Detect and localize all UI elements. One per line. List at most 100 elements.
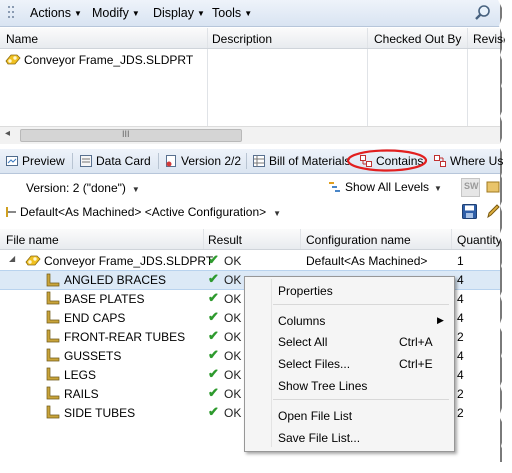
tab-preview[interactable]: Preview bbox=[6, 154, 65, 168]
menu-separator bbox=[273, 399, 449, 400]
col-checked-out-by[interactable]: Checked Out By bbox=[374, 32, 461, 46]
menu-item-columns[interactable]: Columns bbox=[278, 314, 325, 328]
column-divider[interactable] bbox=[367, 28, 368, 48]
search-icon[interactable] bbox=[474, 4, 492, 22]
col-name[interactable]: Name bbox=[6, 32, 38, 46]
configuration-icon bbox=[6, 207, 16, 217]
pdm-explorer-window: Actions ▼ Modify ▼ Display ▼ Tools ▼ Name De… bbox=[0, 0, 506, 462]
where-used-icon bbox=[434, 155, 446, 167]
tab-separator bbox=[72, 153, 73, 169]
ok-check-icon: ✔ bbox=[208, 347, 219, 362]
tab-bill-of-materials[interactable]: Bill of Materials bbox=[253, 154, 350, 168]
solidworks-icon[interactable]: SW bbox=[461, 178, 480, 197]
file-name: Conveyor Frame_JDS.SLDPRT bbox=[24, 53, 194, 67]
part-feature-icon bbox=[46, 386, 60, 400]
dropdown-arrow-icon: ▼ bbox=[74, 9, 82, 18]
menu-display[interactable]: Display ▼ bbox=[153, 6, 205, 20]
tab-separator bbox=[158, 153, 159, 169]
quantity: 4 bbox=[457, 292, 464, 306]
top-list-header: Name Description Checked Out By Revisi bbox=[0, 28, 506, 49]
tab-version[interactable]: Version 2/2 bbox=[165, 154, 241, 168]
column-divider[interactable] bbox=[300, 229, 301, 249]
quantity: 1 bbox=[457, 254, 464, 268]
torn-edge-right bbox=[498, 0, 512, 473]
col-result[interactable]: Result bbox=[208, 233, 242, 247]
sw-glyph: SW bbox=[464, 181, 479, 191]
tab-label: Bill of Materials bbox=[269, 154, 351, 168]
tab-label: Where Us bbox=[450, 154, 504, 168]
result-text: OK bbox=[224, 330, 242, 344]
col-description[interactable]: Description bbox=[212, 32, 272, 46]
column-divider[interactable] bbox=[203, 229, 204, 249]
part-feature-icon bbox=[46, 291, 60, 305]
file-name: SIDE TUBES bbox=[64, 406, 136, 420]
menu-actions[interactable]: Actions ▼ bbox=[30, 6, 82, 20]
menu-item-select-all[interactable]: Select All bbox=[278, 335, 327, 349]
levels-icon bbox=[329, 182, 340, 192]
menu-item-label: Columns bbox=[278, 314, 326, 328]
configuration-dropdown[interactable]: Default<As Machined> <Active Configurati… bbox=[6, 205, 281, 219]
quantity: 4 bbox=[457, 311, 464, 325]
menu-item-open-file-list[interactable]: Open File List bbox=[278, 409, 352, 423]
tab-where-used[interactable]: Where Us bbox=[434, 154, 503, 168]
ok-check-icon: ✔ bbox=[208, 328, 219, 343]
dropdown-arrow-icon: ▼ bbox=[273, 209, 282, 218]
tab-bar: Preview Data Card Version 2/2 Bill of Ma… bbox=[0, 149, 503, 174]
column-divider[interactable] bbox=[207, 28, 208, 48]
scroll-left-icon[interactable]: ◂ bbox=[5, 128, 10, 139]
version-dropdown[interactable]: Version: 2 ("done") ▼ bbox=[26, 181, 140, 195]
part-feature-icon bbox=[46, 405, 60, 419]
preview-icon bbox=[6, 156, 18, 166]
column-divider[interactable] bbox=[451, 229, 452, 249]
expand-arrow-icon[interactable]: ◢ bbox=[9, 254, 15, 263]
menu-item-properties[interactable]: Properties bbox=[278, 284, 333, 298]
version-icon bbox=[166, 155, 176, 167]
bom-icon bbox=[253, 155, 265, 167]
file-name: BASE PLATES bbox=[64, 292, 145, 306]
menu-item-select-files[interactable]: Select Files... bbox=[278, 357, 350, 371]
save-icon[interactable] bbox=[462, 204, 477, 219]
quantity: 2 bbox=[457, 330, 464, 344]
menu-label: Tools bbox=[212, 6, 242, 20]
file-name: GUSSETS bbox=[64, 349, 122, 363]
quantity: 2 bbox=[457, 406, 464, 420]
menu-label: Actions bbox=[30, 6, 71, 20]
part-feature-icon bbox=[46, 273, 60, 287]
menu-tools[interactable]: Tools ▼ bbox=[212, 6, 252, 20]
result-text: OK bbox=[224, 368, 242, 382]
part-file-icon bbox=[25, 255, 41, 266]
tab-data-card[interactable]: Data Card bbox=[80, 154, 151, 168]
quantity: 4 bbox=[457, 368, 464, 382]
col-file-name[interactable]: File name bbox=[6, 233, 59, 247]
file-name: ANGLED BRACES bbox=[64, 273, 167, 287]
configuration-label: Default<As Machined> <Active Configurati… bbox=[20, 205, 267, 219]
tab-label: Version 2/2 bbox=[181, 154, 242, 168]
column-divider[interactable] bbox=[467, 28, 468, 48]
result-text: OK bbox=[224, 387, 242, 401]
scrollbar-thumb[interactable]: III bbox=[20, 129, 242, 142]
tree-row-root[interactable]: ◢ Conveyor Frame_JDS.SLDPRT ✔ OK Default… bbox=[0, 251, 500, 270]
toolbar-grip-icon bbox=[8, 6, 14, 18]
result-text: OK bbox=[224, 349, 242, 363]
scroll-grip: III bbox=[122, 129, 130, 139]
dropdown-arrow-icon: ▼ bbox=[131, 9, 140, 18]
col-configuration-name[interactable]: Configuration name bbox=[306, 233, 411, 247]
file-name: Conveyor Frame_JDS.SLDPRT bbox=[44, 254, 214, 268]
col-quantity[interactable]: Quantity bbox=[457, 233, 502, 247]
result-text: OK bbox=[224, 273, 242, 287]
result-text: OK bbox=[224, 406, 242, 420]
menu-modify[interactable]: Modify ▼ bbox=[92, 6, 140, 20]
file-row[interactable]: Conveyor Frame_JDS.SLDPRT bbox=[0, 50, 500, 69]
menu-item-show-tree-lines[interactable]: Show Tree Lines bbox=[278, 379, 367, 393]
ok-check-icon: ✔ bbox=[208, 404, 219, 419]
show-levels-dropdown[interactable]: Show All Levels ▼ bbox=[329, 180, 442, 194]
result-text: OK bbox=[224, 254, 242, 268]
horizontal-scrollbar[interactable]: ◂ III bbox=[0, 126, 500, 144]
menu-item-save-file-list[interactable]: Save File List... bbox=[278, 431, 360, 445]
file-name: END CAPS bbox=[64, 311, 126, 325]
shortcut-select-all: Ctrl+A bbox=[399, 335, 433, 349]
tab-label: Data Card bbox=[96, 154, 151, 168]
file-name: RAILS bbox=[64, 387, 99, 401]
menu-label: Display bbox=[153, 6, 194, 20]
dropdown-arrow-icon: ▼ bbox=[131, 185, 140, 194]
